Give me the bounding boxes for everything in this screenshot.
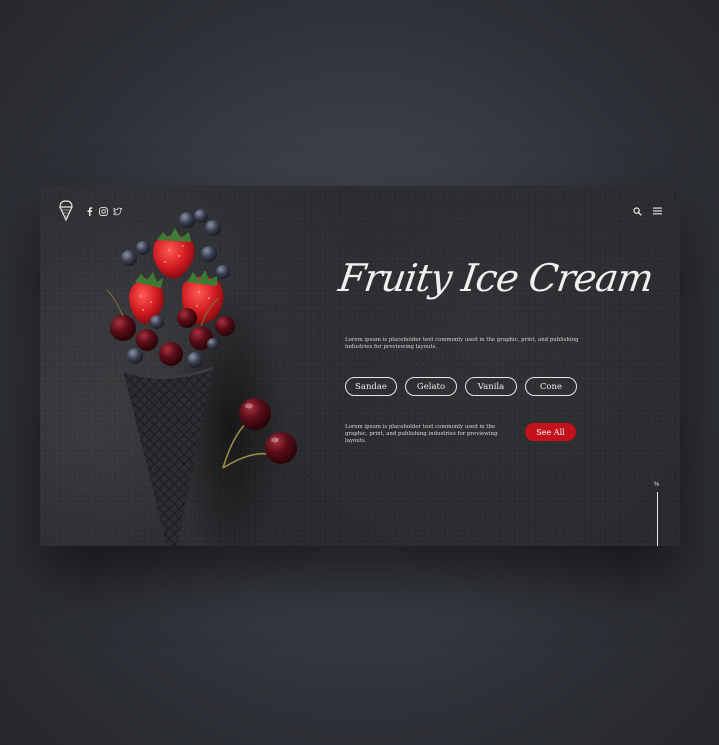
see-all-button[interactable]: See All xyxy=(525,423,576,441)
tag-sandae[interactable]: Sandae xyxy=(345,377,397,396)
scroll-progress-track[interactable] xyxy=(657,492,658,546)
scroll-percent-label: % xyxy=(654,482,660,488)
tag-vanila[interactable]: Vanila xyxy=(465,377,517,396)
ice-cream-cone-image xyxy=(106,209,297,546)
tag-gelato[interactable]: Gelato xyxy=(405,377,457,396)
top-right-actions xyxy=(632,206,662,216)
hamburger-menu-icon[interactable] xyxy=(652,206,662,216)
hero-title: Fruity Ice Cream xyxy=(336,256,656,300)
facebook-icon[interactable] xyxy=(85,207,94,216)
search-icon[interactable] xyxy=(632,206,642,216)
hero-description: Lorem ipsum is placeholder text commonly… xyxy=(345,337,579,350)
scroll-progress-fill xyxy=(657,492,658,546)
ice-cream-logo-icon[interactable] xyxy=(57,198,75,224)
tag-cone[interactable]: Cone xyxy=(525,377,577,396)
landing-card: Fruity Ice Cream Lorem ipsum is placehol… xyxy=(40,186,680,546)
cta-description: Lorem ipsum is placeholder text commonly… xyxy=(345,424,498,444)
category-tags: Sandae Gelato Vanila Cone xyxy=(345,377,577,396)
